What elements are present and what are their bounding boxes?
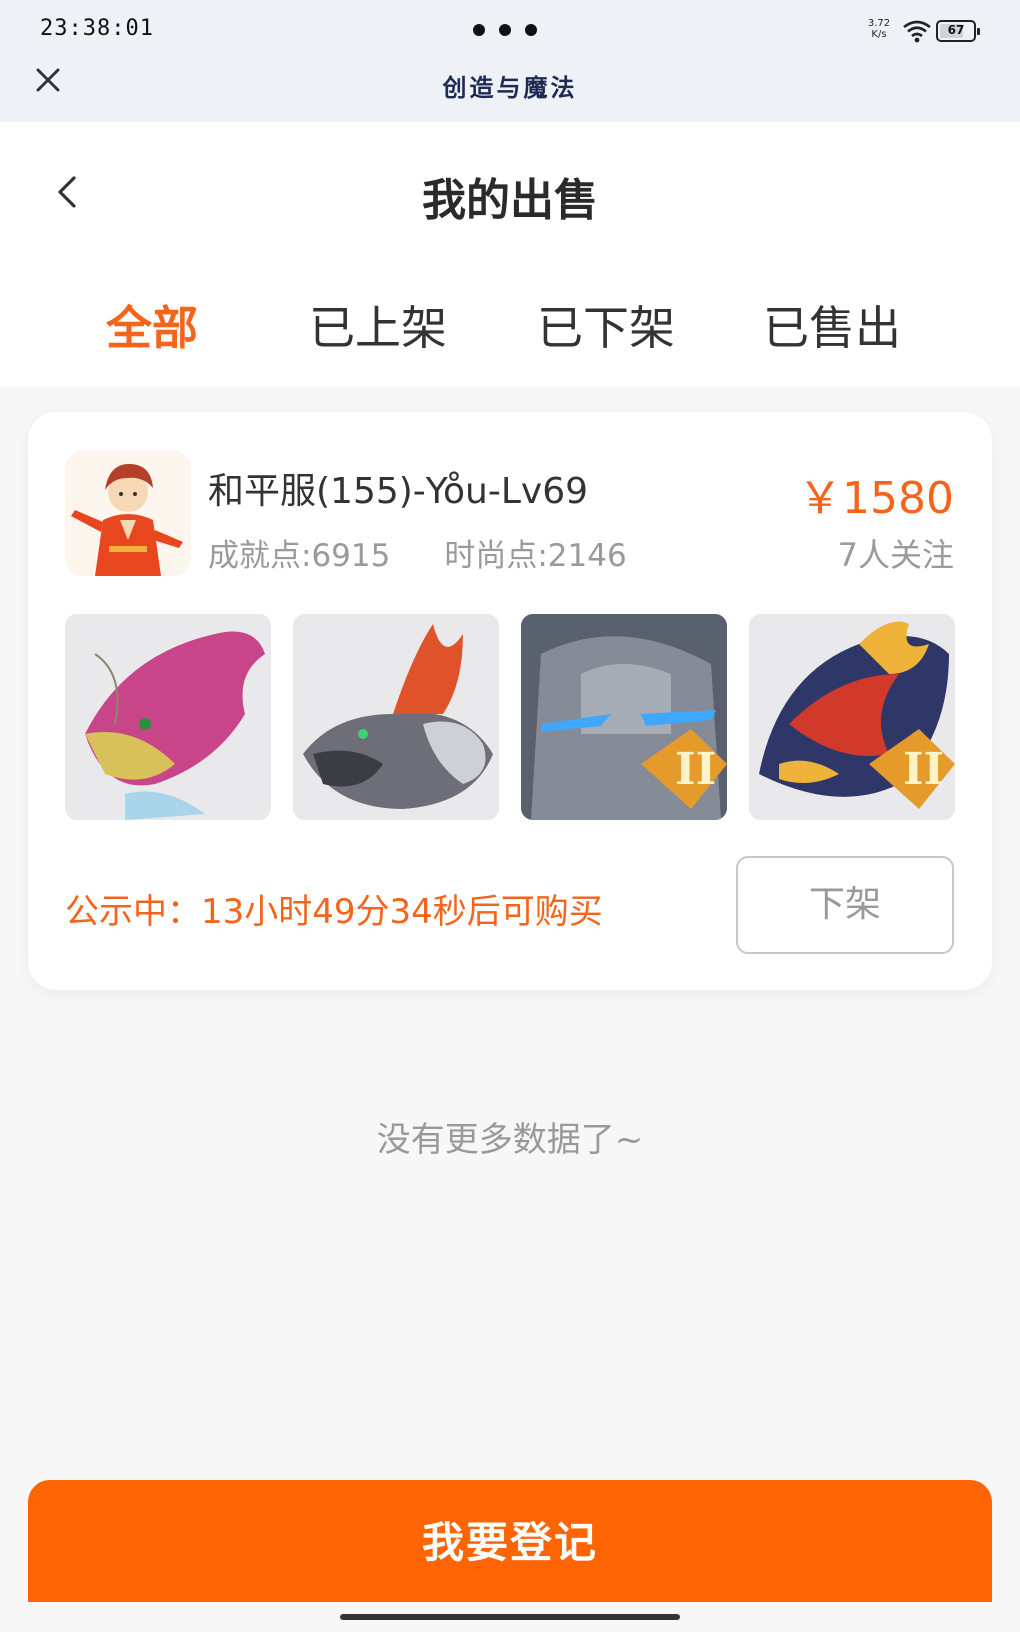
status-bar: 23:38:01 3.72 K/s 67 创造与魔法 xyxy=(0,0,1020,122)
page-title: 我的出售 xyxy=(422,175,598,226)
mount-thumbnails: II II xyxy=(65,614,955,820)
wifi-icon xyxy=(903,20,931,43)
listing-stats: 成就点:6915 时尚点:2146 xyxy=(208,530,627,575)
no-more-data-text: 没有更多数据了~ xyxy=(376,1120,644,1160)
achievement-points: 成就点:6915 xyxy=(208,538,391,574)
tab-all[interactable]: 全部 xyxy=(52,292,252,358)
battery-icon: 67 xyxy=(936,20,980,42)
gray-dragon-thumbnail[interactable] xyxy=(293,614,499,820)
publicity-notice: 公示中：13小时49分34秒后可购买 xyxy=(65,892,603,932)
page-header: 我的出售 全部 已上架 已下架 已售出 xyxy=(0,122,1020,387)
delist-button[interactable]: 下架 xyxy=(736,856,954,954)
follower-count: 7人关注 xyxy=(837,536,954,574)
tab-listed[interactable]: 已上架 xyxy=(278,292,478,358)
more-dots-icon[interactable] xyxy=(473,24,537,36)
listing-price: ￥1580 xyxy=(798,473,954,524)
net-speed: 3.72 K/s xyxy=(867,18,891,40)
fashion-points: 时尚点:2146 xyxy=(444,538,627,574)
tab-bar: 全部 已上架 已下架 已售出 xyxy=(0,292,1020,362)
svg-text:II: II xyxy=(903,744,944,795)
home-indicator[interactable] xyxy=(340,1614,680,1620)
fire-dragon-thumbnail[interactable]: II xyxy=(749,614,955,820)
battery-level: 67 xyxy=(947,23,965,37)
svg-text:II: II xyxy=(675,744,716,795)
status-time: 23:38:01 xyxy=(40,16,154,41)
pink-dragon-thumbnail[interactable] xyxy=(65,614,271,820)
tab-delisted[interactable]: 已下架 xyxy=(506,292,706,358)
app-title: 创造与魔法 xyxy=(442,73,578,102)
tab-sold[interactable]: 已售出 xyxy=(732,292,932,358)
register-button[interactable]: 我要登记 xyxy=(28,1480,992,1602)
listing-card[interactable]: 和平服(155)-Yo̊u-Lv69 成就点:6915 时尚点:2146 ￥158… xyxy=(28,412,992,990)
character-avatar xyxy=(65,450,191,576)
stone-golem-thumbnail[interactable]: II xyxy=(521,614,727,820)
listing-title: 和平服(155)-Yo̊u-Lv69 xyxy=(208,471,589,512)
